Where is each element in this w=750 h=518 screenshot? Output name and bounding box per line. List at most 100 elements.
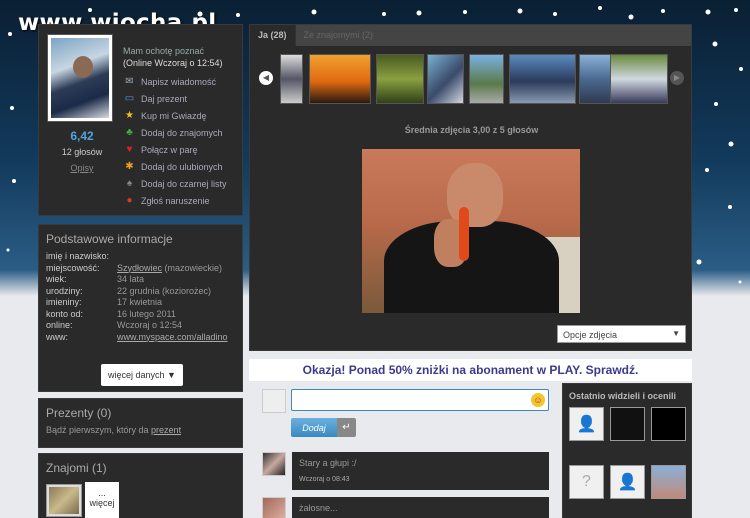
info-key: urodziny: bbox=[46, 285, 83, 296]
info-row: wiek: 34 lata bbox=[39, 274, 242, 286]
favorite-star-icon: ✱ bbox=[125, 161, 134, 172]
action-item[interactable]: ♠ Dodaj do czarnej listy bbox=[123, 175, 227, 192]
descriptions-link[interactable]: Opisy bbox=[47, 163, 117, 173]
gifts-caption: Bądź pierwszym, który da bbox=[46, 425, 152, 435]
action-label: Dodaj do ulubionych bbox=[141, 161, 223, 172]
info-value: www.myspace.com/alladino bbox=[117, 332, 228, 344]
tab-my-photos[interactable]: Ja (28) bbox=[250, 25, 296, 46]
info-key: miejscowość: bbox=[46, 262, 100, 273]
action-item[interactable]: ✱ Dodaj do ulubionych bbox=[123, 158, 227, 175]
status-text: Mam ochotę poznać bbox=[123, 46, 205, 56]
action-label: Napisz wiadomość bbox=[141, 76, 217, 87]
next-arrow-icon[interactable]: ▶ bbox=[670, 71, 684, 85]
recent-viewers-title: Ostatnio widzieli i ocenili bbox=[569, 391, 677, 401]
info-value: 22 grudnia (koziorożec) bbox=[117, 286, 211, 298]
info-text: 34 lata bbox=[117, 274, 145, 284]
action-item[interactable]: ♥ Połącz w parę bbox=[123, 141, 227, 158]
profile-status: Mam ochotę poznać (Online Wczoraj o 12:5… bbox=[123, 45, 223, 69]
viewer-avatar[interactable]: 👤 bbox=[569, 407, 604, 441]
comment-time: Wczoraj o 08:43 bbox=[299, 476, 350, 483]
action-label: Kup mi Gwiazdę bbox=[141, 110, 207, 121]
photo-options-select[interactable]: Opcje zdjęcia ▼ bbox=[557, 325, 686, 343]
thumbnail-strip: ◀ ▶ bbox=[257, 54, 687, 106]
info-value: Wczoraj o 12:54 bbox=[117, 320, 182, 332]
info-link[interactable]: Szydłowiec bbox=[117, 263, 162, 273]
viewer-avatar[interactable]: 👤 bbox=[610, 465, 645, 499]
online-status: (Online Wczoraj o 12:54) bbox=[123, 58, 223, 68]
friend-avatar[interactable] bbox=[46, 484, 82, 517]
info-key: wiek: bbox=[46, 274, 67, 284]
ad-banner[interactable]: Okazja! Ponad 50% zniżki na abonament w … bbox=[249, 359, 692, 381]
info-text: 16 lutego 2011 bbox=[117, 308, 176, 319]
gift-icon: ▭ bbox=[124, 93, 135, 104]
action-item[interactable]: ★ Kup mi Gwiazdę bbox=[123, 107, 227, 124]
comment-input[interactable] bbox=[291, 389, 549, 411]
comment-text: Stary a głupi :/ bbox=[299, 458, 357, 468]
viewer-avatar[interactable] bbox=[651, 465, 686, 499]
photo-thumbnail[interactable] bbox=[427, 54, 464, 104]
info-key: online: bbox=[46, 320, 73, 330]
add-friend-icon: ♣ bbox=[126, 127, 133, 138]
photo-thumbnail[interactable] bbox=[309, 54, 371, 104]
profile-avatar[interactable] bbox=[47, 34, 113, 122]
info-row: urodziny: 22 grudnia (koziorożec) bbox=[39, 286, 242, 298]
friends-title: Znajomi (1) bbox=[46, 461, 107, 475]
info-key: imię i nazwisko: bbox=[46, 251, 110, 261]
info-key: www: bbox=[46, 331, 68, 342]
viewer-avatar[interactable] bbox=[651, 407, 686, 441]
photo-thumbnail[interactable] bbox=[610, 54, 668, 104]
gifts-text: Bądź pierwszym, który da prezent bbox=[39, 425, 242, 435]
recent-viewers-panel: Ostatnio widzieli i ocenili 👤 ? 👤 bbox=[562, 383, 692, 518]
basic-info-title: Podstawowe informacje bbox=[46, 232, 173, 246]
action-item[interactable]: ♣ Dodaj do znajomych bbox=[123, 124, 227, 141]
info-text: 22 grudnia (koziorożec) bbox=[117, 285, 212, 296]
info-value: 16 lutego 2011 bbox=[117, 309, 176, 321]
basic-info-panel: Podstawowe informacje imię i nazwisko: mi… bbox=[38, 224, 243, 392]
profile-actions: ✉ Napisz wiadomość ▭ Daj prezent ★ Kup mi Gwi… bbox=[123, 73, 227, 209]
photo-panel: Ja (28) Ze znajomymi (2) ◀ ▶ Średnia zdj… bbox=[249, 24, 692, 351]
photo-thumbnail[interactable] bbox=[280, 54, 303, 104]
heart-icon: ♥ bbox=[126, 144, 133, 155]
smiley-icon[interactable]: ☺ bbox=[531, 393, 545, 407]
my-avatar bbox=[262, 389, 286, 413]
viewer-avatar[interactable] bbox=[610, 407, 645, 441]
comment-item: żałosne... bbox=[292, 497, 549, 518]
photo-thumbnail[interactable] bbox=[469, 54, 504, 104]
rating-score: 6,42 bbox=[70, 129, 94, 143]
gifts-panel: Prezenty (0) Bądź pierwszym, który da pr… bbox=[38, 398, 243, 448]
info-text: Wczoraj o 12:54 bbox=[117, 320, 183, 330]
enter-icon[interactable]: ↵ bbox=[337, 418, 356, 437]
main-photo[interactable] bbox=[362, 149, 580, 313]
tab-friends-photos[interactable]: Ze znajomymi (2) bbox=[296, 25, 382, 46]
action-item[interactable]: ▭ Daj prezent bbox=[123, 90, 227, 107]
photo-options-label: Opcje zdjęcia bbox=[563, 330, 618, 340]
action-label: Daj prezent bbox=[141, 93, 188, 104]
info-text: (mazowieckie) bbox=[162, 262, 223, 273]
info-key: imieniny: bbox=[46, 297, 82, 307]
action-item[interactable]: ● Zgłoś naruszenie bbox=[123, 192, 227, 209]
info-key: konto od: bbox=[46, 308, 84, 319]
info-link[interactable]: www.myspace.com/alladino bbox=[117, 332, 228, 342]
photo-thumbnail[interactable] bbox=[509, 54, 576, 104]
action-label: Połącz w parę bbox=[141, 144, 198, 155]
photo-thumbnail[interactable] bbox=[376, 54, 424, 104]
prev-arrow-icon[interactable]: ◀ bbox=[259, 71, 273, 85]
friends-panel: Znajomi (1) ... więcej bbox=[38, 453, 243, 518]
action-label: Dodaj do czarnej listy bbox=[141, 178, 227, 189]
info-value: Szydłowiec (mazowieckie) bbox=[117, 263, 222, 275]
info-row: imię i nazwisko: bbox=[39, 251, 242, 263]
add-comment-button[interactable]: Dodaj bbox=[291, 418, 337, 437]
viewer-avatar[interactable]: ? bbox=[569, 465, 604, 499]
more-friends-button[interactable]: ... więcej bbox=[85, 482, 119, 518]
rating-box: 6,42 12 głosów Opisy bbox=[47, 129, 117, 173]
action-item[interactable]: ✉ Napisz wiadomość bbox=[123, 73, 227, 90]
give-gift-link[interactable]: prezent bbox=[151, 425, 181, 435]
comment-text: żałosne... bbox=[299, 503, 338, 513]
action-label: Zgłoś naruszenie bbox=[141, 195, 210, 206]
photo-average-rating: Średnia zdjęcia 3,00 z 5 głosów bbox=[404, 125, 539, 135]
commenter-avatar[interactable] bbox=[262, 452, 286, 476]
rating-votes: 12 głosów bbox=[61, 147, 103, 157]
more-data-button[interactable]: więcej danych ▼ bbox=[101, 364, 183, 386]
commenter-avatar[interactable] bbox=[262, 497, 286, 518]
more-friends-label: ... więcej bbox=[89, 488, 115, 508]
